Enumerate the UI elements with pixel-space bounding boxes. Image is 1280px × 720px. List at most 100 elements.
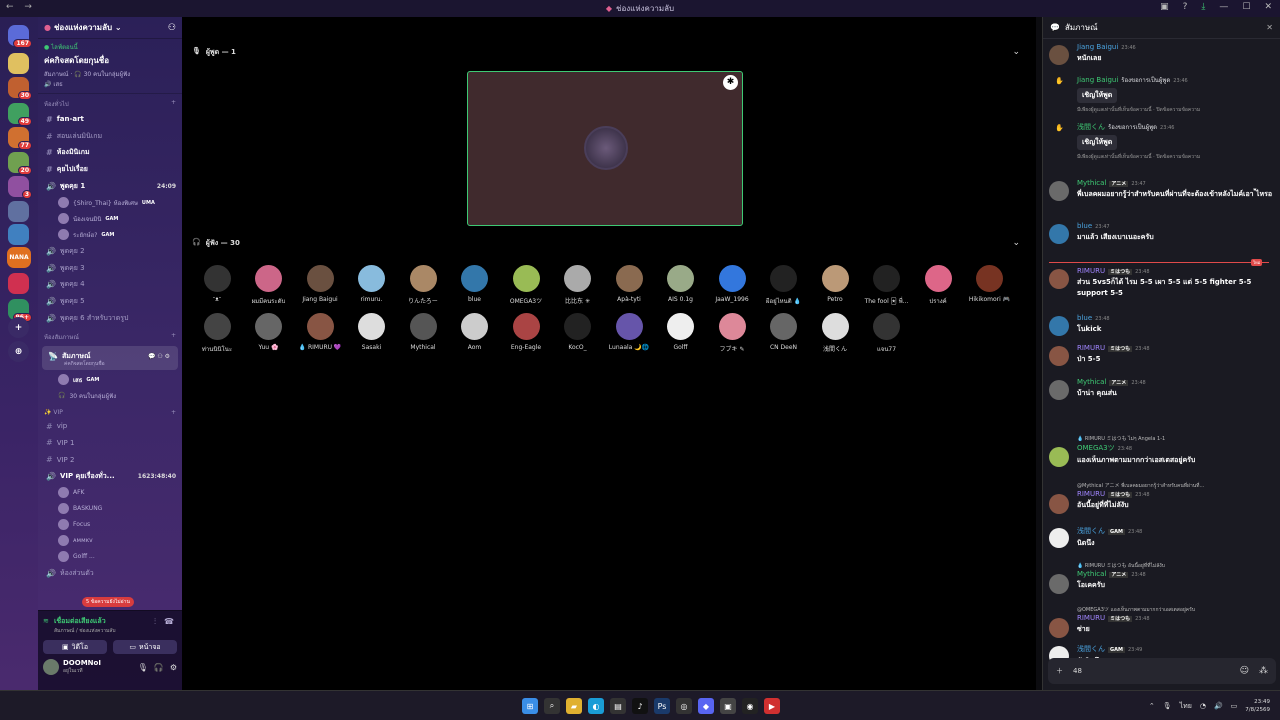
audience-member[interactable]: OMEGA3ツ	[501, 265, 551, 305]
audience-member[interactable]: แจน77	[862, 313, 912, 354]
chevron-up-icon[interactable]: ⌃	[1149, 702, 1155, 710]
author-name[interactable]: RIMURU	[1077, 344, 1105, 352]
speaker-tile[interactable]: ✱	[467, 71, 743, 226]
stage-channel-selected[interactable]: 📡 สัมภาษณ์ 💬 ⚇ ⚙ ค่คกิจสดโดยกุนชื่อ	[42, 345, 178, 370]
server-icon[interactable]	[8, 201, 29, 222]
add-member-icon[interactable]: ⚇	[168, 23, 176, 33]
photoshop-icon[interactable]: Ps	[654, 698, 670, 714]
audience-member[interactable]: ผมมีคนระดับ	[244, 265, 294, 306]
category-stage[interactable]: ห้องสัมภาษณ์ +	[38, 327, 182, 344]
voice-user[interactable]: น้องเจนมินิ GAM	[38, 211, 182, 227]
audience-member[interactable]: ปรางค์	[913, 265, 963, 306]
server-icon[interactable]	[8, 224, 29, 245]
server-header[interactable]: ● ช่องแห่งความลับ ⌄ ⚇	[38, 17, 182, 39]
chat-input-value[interactable]: 48	[1073, 667, 1082, 675]
wifi-icon[interactable]: ◔	[1200, 702, 1206, 710]
audience-member[interactable]: 浅間くん	[810, 313, 860, 353]
edge-icon[interactable]: ◐	[588, 698, 604, 714]
audience-member[interactable]: CN DeeN	[759, 313, 809, 351]
author-name[interactable]: RIMURU	[1077, 267, 1105, 275]
audience-member[interactable]: 💧 RIMURU 💜	[295, 313, 345, 351]
audience-member[interactable]: JaaW_1996	[707, 265, 757, 303]
video-button[interactable]: ▣ วิดีโอ	[43, 640, 107, 654]
vip-channel[interactable]: # VIP 1	[38, 435, 182, 452]
avatar[interactable]	[1049, 45, 1069, 65]
voice-channel-1[interactable]: 🔊 พูดคุย 1 24:09	[38, 178, 182, 195]
server-icon[interactable]: 30	[8, 77, 32, 100]
audience-member[interactable]: Jiang Baigui	[295, 265, 345, 303]
stage-listeners[interactable]: 🎧 30 คนในกลุ่มผู้ฟัง	[38, 388, 182, 404]
tiktok-icon[interactable]: ♪	[632, 698, 648, 714]
audience-member[interactable]: Hikikomori 🎮	[965, 265, 1015, 303]
add-server-icon[interactable]: +	[8, 317, 29, 338]
voice-channel[interactable]: 🔊 พูดคุย 3	[38, 260, 182, 277]
audience-member[interactable]: Aom	[450, 313, 500, 351]
text-channel[interactable]: # สอนเล่นมินิเกม	[38, 128, 182, 145]
vip-channel[interactable]: # vip	[38, 418, 182, 435]
add-channel-icon[interactable]: +	[171, 99, 176, 109]
clock[interactable]: 23:49 7/8/2569	[1245, 698, 1270, 714]
server-icon[interactable]: 167	[8, 25, 32, 48]
server-icon[interactable]: 20	[8, 152, 32, 175]
voice-user[interactable]: ระยักษ์ฮ? GAM	[38, 227, 182, 243]
author-name[interactable]: OMEGA3ツ	[1077, 444, 1115, 452]
app-icon[interactable]: ▣	[720, 698, 736, 714]
camera-icon[interactable]: ◉	[742, 698, 758, 714]
audience-member[interactable]: Petro	[810, 265, 860, 303]
avatar[interactable]	[1049, 346, 1069, 366]
help-icon[interactable]: ?	[1183, 2, 1188, 12]
language[interactable]: ไทย	[1180, 701, 1192, 712]
stage-user[interactable]: เสธ GAM	[38, 372, 182, 388]
noise-icon[interactable]: ⫶	[154, 617, 156, 627]
avatar[interactable]	[1049, 494, 1069, 514]
files-icon[interactable]: ▰	[566, 698, 582, 714]
user-panel[interactable]: DOOMNoI อยู่ในเวที 🎙 🎧 ⚙	[38, 654, 182, 675]
audience-member[interactable]: rimuru.	[347, 265, 397, 303]
audience-member[interactable]: 比比东 ✳	[553, 265, 603, 305]
audience-member[interactable]: ผีอยู่ไหนติ 💧	[759, 265, 809, 306]
search-icon[interactable]: ⌕	[544, 698, 560, 714]
avatar[interactable]	[1049, 224, 1069, 244]
audience-member[interactable]: Lunaala 🌙🌐	[604, 313, 654, 351]
vip-channel[interactable]: # VIP 2	[38, 451, 182, 468]
apps-icon[interactable]: ⁂	[1259, 666, 1268, 676]
plus-icon[interactable]: ＋	[1056, 666, 1063, 676]
gear-icon[interactable]: ⚙	[170, 663, 177, 672]
nav-arrows[interactable]: ← →	[6, 2, 36, 12]
reply-preview[interactable]: 💧 RIMURU ミはつも อันนี้อยู่ที่ที่ไม่ลังับ	[1077, 562, 1275, 570]
add-channel-icon[interactable]: +	[171, 409, 176, 416]
author-name[interactable]: blue	[1077, 314, 1092, 322]
avatar[interactable]	[1049, 380, 1069, 400]
inbox-icon[interactable]: ▣	[1160, 2, 1169, 12]
avatar[interactable]	[1049, 618, 1069, 638]
invite-speak-button[interactable]: เชิญให้พูด	[1077, 135, 1118, 150]
voice-user[interactable]: Golff ...	[38, 549, 182, 565]
store-icon[interactable]: ▤	[610, 698, 626, 714]
voice-channel[interactable]: 🔊 พูดคุย 4	[38, 277, 182, 294]
avatar[interactable]	[1049, 574, 1069, 594]
audience-member[interactable]: Sasaki	[347, 313, 397, 351]
screen-share-button[interactable]: ▭ หน้าจอ	[113, 640, 177, 654]
voice-user[interactable]: Focus	[38, 517, 182, 533]
audience-member[interactable]: The fool 🃏 พี่...	[862, 265, 912, 306]
reply-preview[interactable]: @OMEGA3ツ แองเห็นภาพตามมากกว่าเอสเตสอยู่ค…	[1077, 606, 1275, 614]
minimize-button[interactable]: —	[1219, 2, 1228, 12]
add-channel-icon[interactable]: +	[171, 332, 176, 342]
voice-channel[interactable]: 🔊 พูดคุย 2	[38, 243, 182, 260]
discord-icon[interactable]: ◆	[698, 698, 714, 714]
avatar[interactable]	[1049, 269, 1069, 289]
chevron-down-icon[interactable]: ⌄	[1012, 47, 1020, 57]
close-icon[interactable]: ✕	[1266, 23, 1273, 32]
live-event[interactable]: ● ไลฟ์ตอนนี้ ค่คกิจสดโดยกุนชื่อ สัมภาษณ์…	[38, 39, 182, 94]
vip-voice[interactable]: 🔊 VIP คุยเรื่องทั่ว... 1623:48:40	[38, 468, 182, 485]
audience-member[interactable]: AIS 0.1g	[656, 265, 706, 303]
voice-user[interactable]: AFK	[38, 485, 182, 501]
headphone-icon[interactable]: 🎧	[154, 663, 164, 672]
author-name[interactable]: blue	[1077, 222, 1092, 230]
download-icon[interactable]: ⤓	[1201, 2, 1205, 12]
audience-member[interactable]: フブキ ✎	[707, 313, 757, 353]
audience-member[interactable]: Eng-Eagle	[501, 313, 551, 351]
windows-icon[interactable]: ⊞	[522, 698, 538, 714]
author-name[interactable]: RIMURU	[1077, 490, 1105, 498]
voice-channel[interactable]: 🔊 พูดคุย 5	[38, 293, 182, 310]
